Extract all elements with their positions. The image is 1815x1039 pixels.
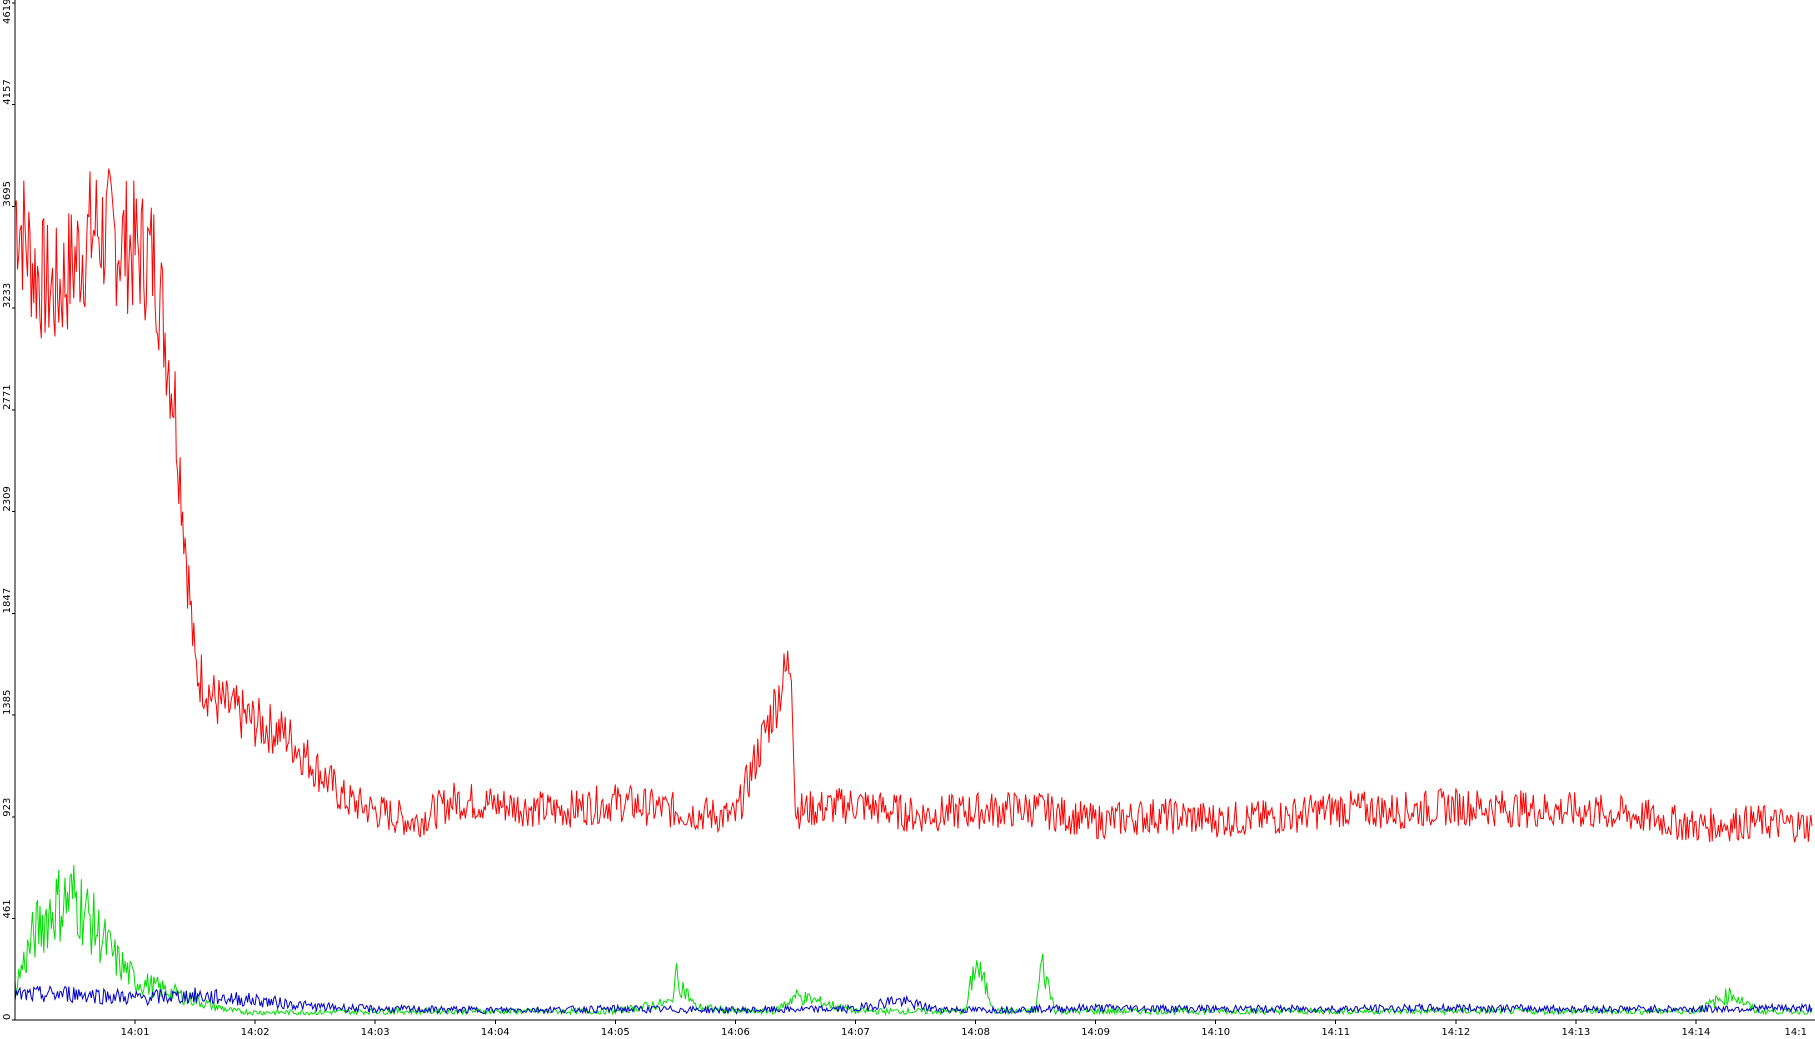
x-tick-label: 14:06 xyxy=(721,1027,750,1038)
y-tick-label: 2771 xyxy=(2,384,13,409)
x-tick-label: 14:14 xyxy=(1682,1027,1711,1038)
series-line-0 xyxy=(14,168,1813,843)
y-tick-label: 1847 xyxy=(2,588,13,613)
x-tick-label: 14:07 xyxy=(841,1027,870,1038)
x-tick-label: 14:08 xyxy=(961,1027,990,1038)
y-tick-label: 4157 xyxy=(2,79,13,104)
x-tick-label: 14:13 xyxy=(1561,1027,1590,1038)
x-tick-label: 14:11 xyxy=(1321,1027,1350,1038)
series-line-2 xyxy=(14,984,1813,1015)
x-tick-label: 14:1 xyxy=(1785,1027,1807,1038)
y-tick-label: 1385 xyxy=(2,690,13,715)
y-tick-label: 0 xyxy=(2,1014,13,1020)
y-tick-label: 461 xyxy=(2,899,13,918)
series-layer xyxy=(14,168,1813,1017)
x-tick-label: 14:05 xyxy=(601,1027,630,1038)
x-axis-ticks: 14:01 14:02 14:03 14:04 14:05 14:06 14:07 14:08… xyxy=(121,1020,1807,1038)
x-tick-label: 14:02 xyxy=(241,1027,270,1038)
x-tick-label: 14:12 xyxy=(1441,1027,1470,1038)
x-tick-label: 14:09 xyxy=(1081,1027,1110,1038)
y-axis-ticks: 0 461 923 1385 1847 2309 2771 3233 3695 4157 4619 xyxy=(2,0,15,1021)
y-tick-label: 3695 xyxy=(2,181,13,206)
x-tick-label: 14:03 xyxy=(361,1027,390,1038)
x-tick-label: 14:10 xyxy=(1201,1027,1230,1038)
x-tick-label: 14:01 xyxy=(121,1027,150,1038)
x-tick-label: 14:04 xyxy=(481,1027,510,1038)
y-tick-label: 4619 xyxy=(2,0,13,24)
y-tick-label: 923 xyxy=(2,798,13,817)
y-tick-label: 2309 xyxy=(2,486,13,511)
y-tick-label: 3233 xyxy=(2,283,13,308)
series-line-1 xyxy=(14,865,1813,1017)
line-chart: 046192313851847230927713233369541574619 … xyxy=(2,0,1815,1038)
